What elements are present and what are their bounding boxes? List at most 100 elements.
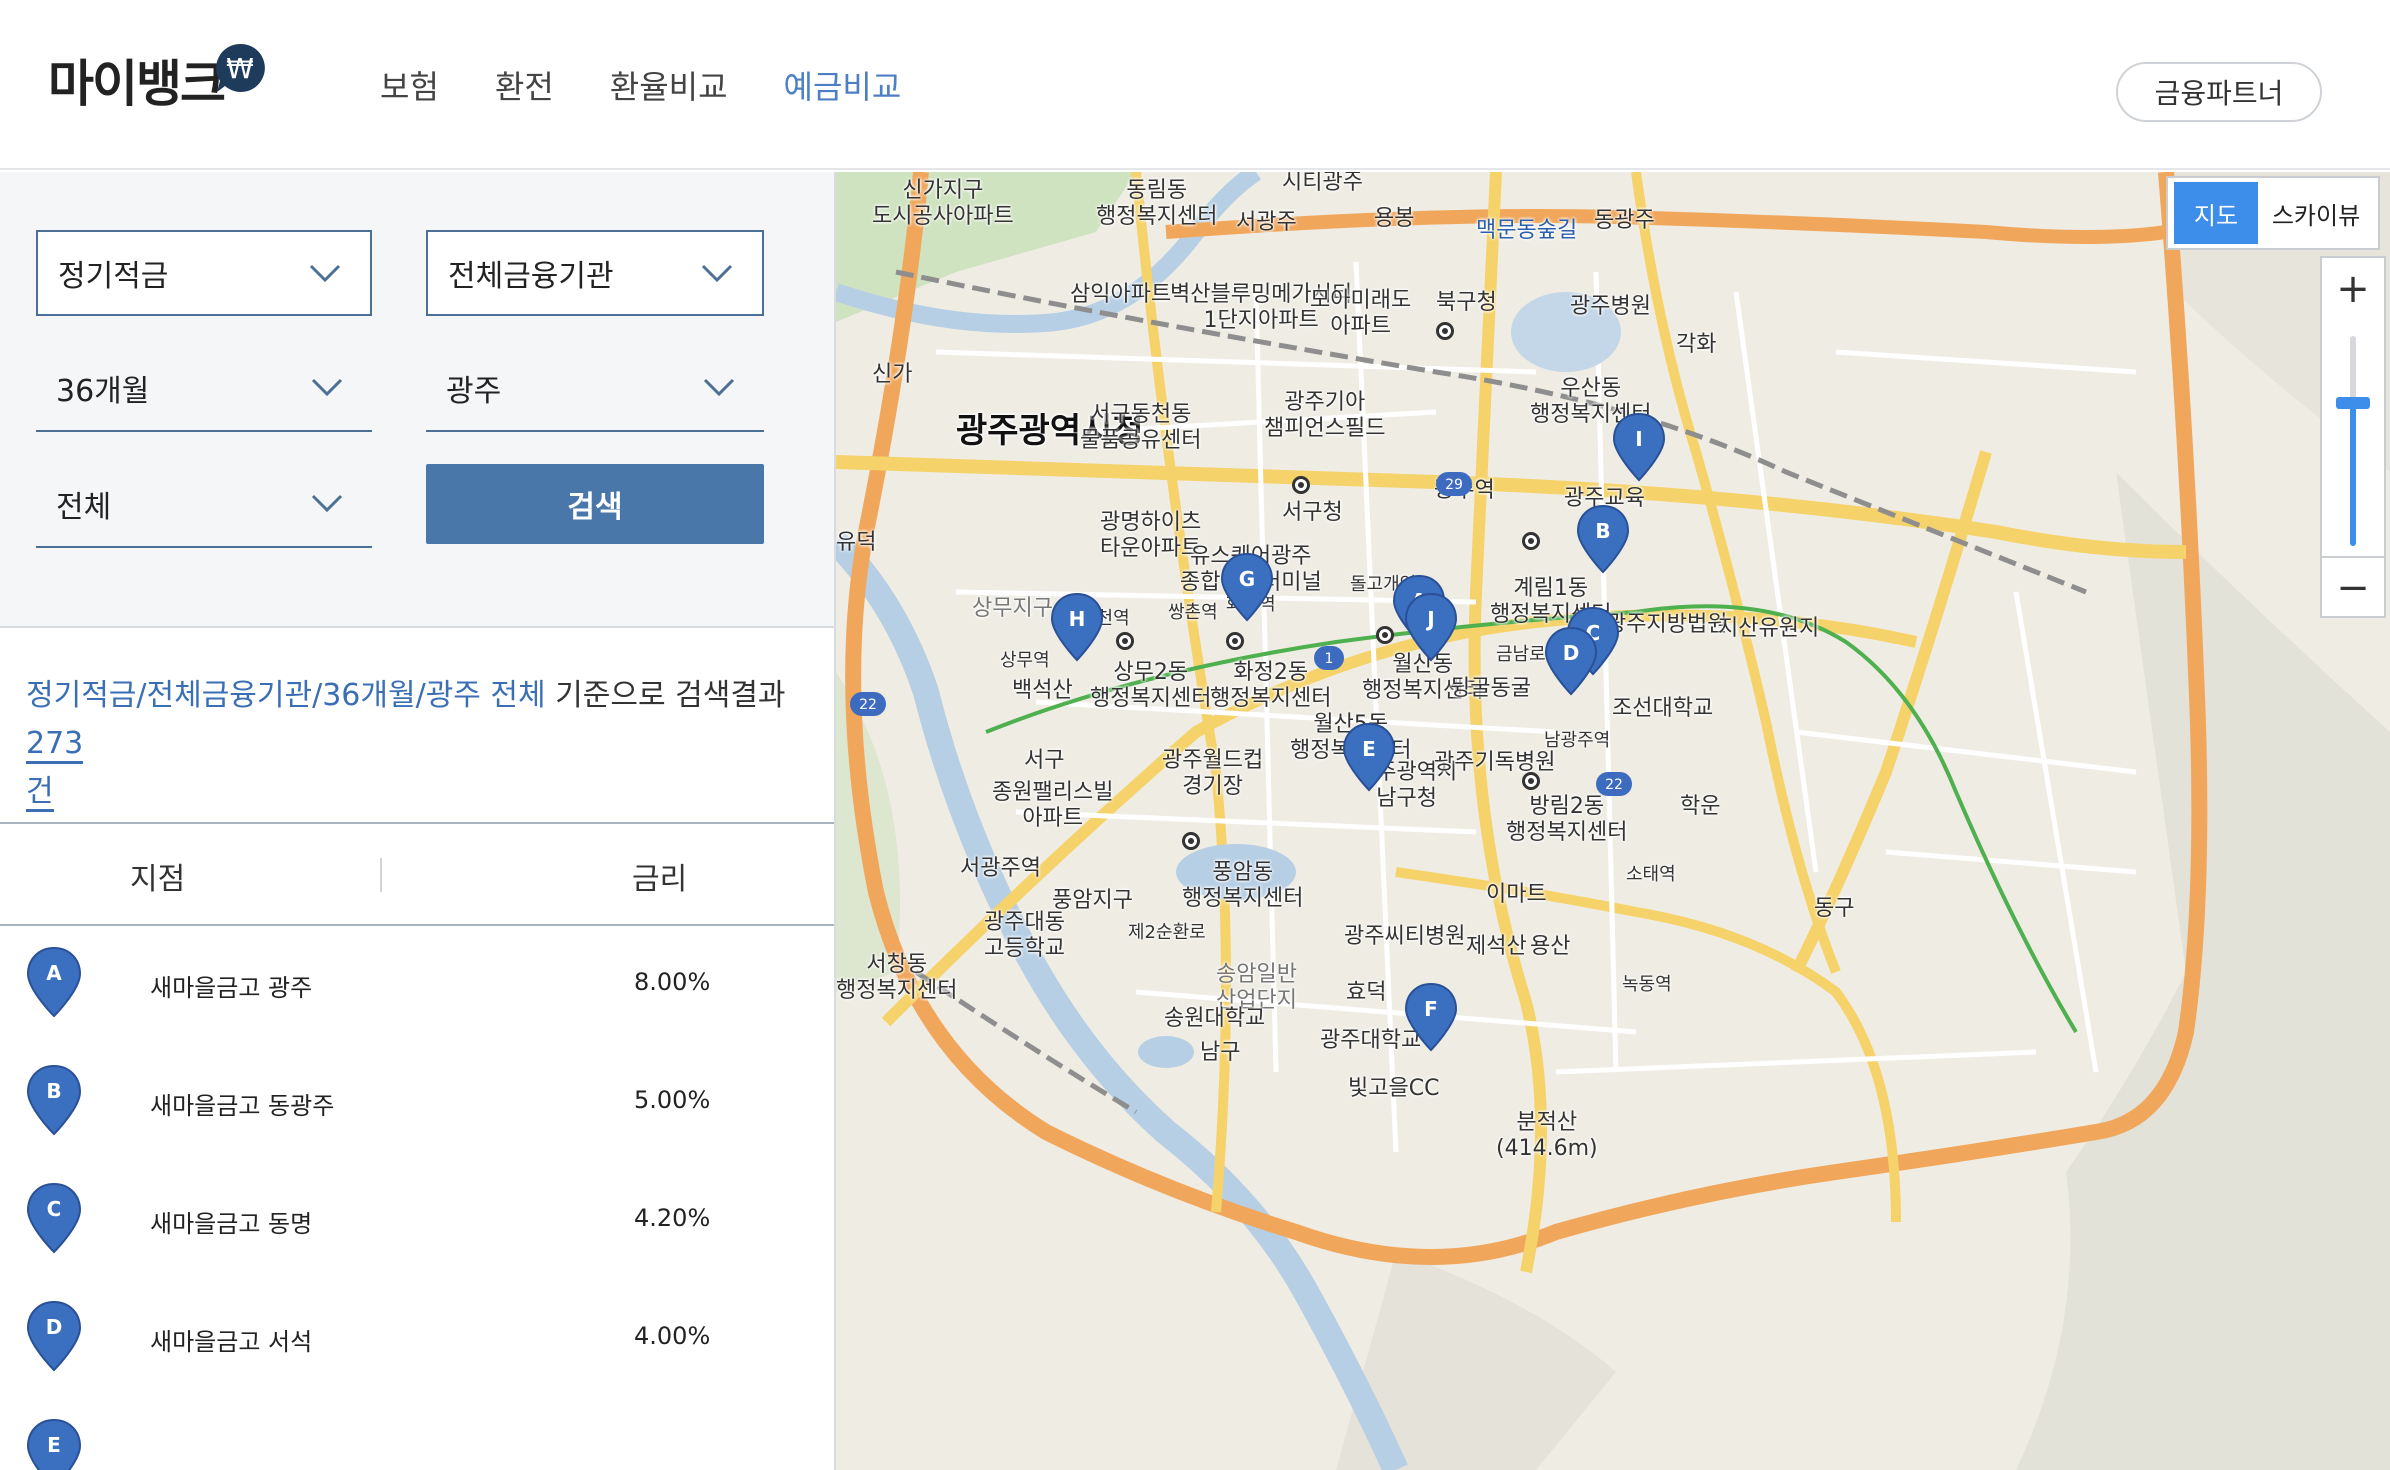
map-label-13: 각화 [1676,332,1717,357]
svg-text:D: D [46,1315,63,1339]
poi-gyerim-icon [1522,532,1540,550]
map-label-41: 광주월드컵 경기장 [1162,748,1264,799]
svg-text:B: B [46,1079,61,1103]
svg-text:22: 22 [1605,777,1623,793]
map-label-19: 유덕 [836,530,877,555]
map-marker-j[interactable]: J [1404,592,1458,662]
search-button[interactable]: 검색 [426,464,764,544]
period-value: 36개월 [56,374,150,409]
map-view[interactable]: 광주광역시청 북구청 서구청 광주광역시 남구청 신가지구 도시공사아파트 동림… [836,172,2390,1470]
poi-pungam-icon [1182,832,1200,850]
table-row[interactable]: D 새마을금고 서석 4.00% [0,1282,834,1400]
result-list: A 새마을금고 광주 8.00% B 새마을금고 동광주 5.00% C 새마을금고 동명 4.… [0,928,834,1470]
map-label-46: 서광주역 [960,856,1041,881]
nav-insurance[interactable]: 보험 [380,62,439,108]
branch-marker-icon: C [26,1182,82,1254]
map-label-2: 동림동 행정복지센터 [1096,178,1218,229]
svg-text:I: I [1635,427,1642,451]
table-row[interactable]: B 새마을금고 동광주 5.00% [0,1046,834,1164]
branch-rate: 4.00% [634,1322,711,1350]
map-label-35: 뒹굴동굴 [1450,676,1531,701]
map-label-62: 남구 [1200,1040,1241,1065]
map-label-64: 분적산 (414.6m) [1496,1110,1598,1161]
map-label-6: 맥문동숲길 [1476,218,1578,243]
map-label-54: 제석산 [1466,934,1527,959]
poi-hwajeong-icon [1226,632,1244,650]
result-summary: 정기적금/전체금융기관/36개월/광주 전체 기준으로 검색결과 273 건 [26,672,816,816]
map-label-5: 용봉 [1374,206,1415,231]
district-select[interactable]: 전체 [36,462,372,548]
map-label-52: 제2순환로 [1128,922,1206,943]
map-marker-e[interactable]: E [1342,722,1396,792]
map-label-55: 용산 [1530,934,1571,959]
branch-marker-icon: D [26,1300,82,1372]
period-select[interactable]: 36개월 [36,346,372,432]
svg-text:B: B [1595,519,1610,543]
map-label-65: 녹동역 [1622,974,1672,995]
svg-text:C: C [47,1197,62,1221]
col-branch[interactable]: 지점 [130,854,185,898]
result-table-header: 지점 금리 [0,822,834,926]
mybank-logo[interactable]: 마이뱅크 ₩ [48,43,265,113]
map-label-60: 송원대학교 [1164,1006,1266,1031]
poi-seogu-icon [1292,476,1310,494]
branch-rate: 5.00% [634,1086,711,1114]
header-divider [380,858,382,892]
chevron-down-icon [309,264,341,283]
poi-sangmu-icon [1116,632,1134,650]
svg-text:E: E [1362,737,1376,761]
chevron-down-icon [701,264,733,283]
nav-exchange[interactable]: 환전 [495,62,554,108]
result-criteria: 정기적금/전체금융기관/36개월/광주 전체 [26,678,546,713]
institution-value: 전체금융기관 [448,259,614,294]
poi-bukgu-icon [1436,322,1454,340]
svg-text:H: H [1069,607,1086,631]
zoom-control: + − [2320,256,2386,618]
map-marker-h[interactable]: H [1050,592,1104,662]
map-label-4: 서광주 [1236,210,1297,235]
map-label-45: 학운 [1680,794,1721,819]
table-row[interactable]: C 새마을금고 동명 4.20% [0,1164,834,1282]
map-label-seogu: 서구청 [1282,500,1343,525]
col-rate[interactable]: 금리 [632,854,687,898]
branch-marker-icon: E [26,1418,82,1470]
table-row[interactable]: A 새마을금고 광주 8.00% [0,928,834,1046]
chevron-down-icon [703,378,735,397]
map-label-53: 광주씨티병원 [1344,924,1466,949]
map-label-28: 광주지방법원 [1606,612,1728,637]
zoom-level-fill [2350,403,2356,546]
search-panel: 정기적금 전체금융기관 36개월 광주 전체 검색 정기적금/전체금융기관/36… [0,172,836,1470]
map-label-59: 효덕 [1346,980,1387,1005]
map-label-14: 신가 [872,362,913,387]
map-type-toggle: 지도 스카이뷰 [2166,176,2380,250]
finance-partner-button[interactable]: 금융파트너 [2116,62,2322,122]
map-marker-i[interactable]: I [1612,412,1666,482]
svg-text:₩: ₩ [226,52,254,85]
map-label-29: 지산유원지 [1718,616,1820,641]
result-count: 273 [26,726,84,764]
map-marker-d[interactable]: D [1544,626,1598,696]
map-type-skyview[interactable]: 스카이뷰 [2258,182,2374,244]
nav-rate-compare[interactable]: 환율비교 [610,62,728,108]
product-value: 정기적금 [58,259,169,294]
svg-text:J: J [1425,607,1434,631]
product-select[interactable]: 정기적금 [36,230,372,316]
institution-select[interactable]: 전체금융기관 [426,230,764,316]
map-label-32: 상무2동 행정복지센터 [1090,660,1212,711]
map-type-map[interactable]: 지도 [2174,182,2258,244]
table-row[interactable]: E [0,1400,834,1470]
map-label-11: 광주병원 [1570,294,1651,319]
map-label-49: 이마트 [1486,882,1547,907]
nav-deposit-compare[interactable]: 예금비교 [784,62,902,108]
map-marker-f[interactable]: F [1404,982,1458,1052]
zoom-handle[interactable] [2336,397,2370,410]
zoom-out-button[interactable]: − [2322,556,2384,618]
branch-rate: 4.20% [634,1204,711,1232]
map-marker-g[interactable]: G [1220,552,1274,622]
zoom-in-button[interactable]: + [2322,258,2384,320]
map-label-10: 모아미래도 아파트 [1310,288,1412,339]
map-label-57: 서창동 행정복지센터 [836,952,958,1003]
map-marker-b[interactable]: B [1576,504,1630,574]
region-select[interactable]: 광주 [426,346,764,432]
map-label-56: 동구 [1814,896,1855,921]
